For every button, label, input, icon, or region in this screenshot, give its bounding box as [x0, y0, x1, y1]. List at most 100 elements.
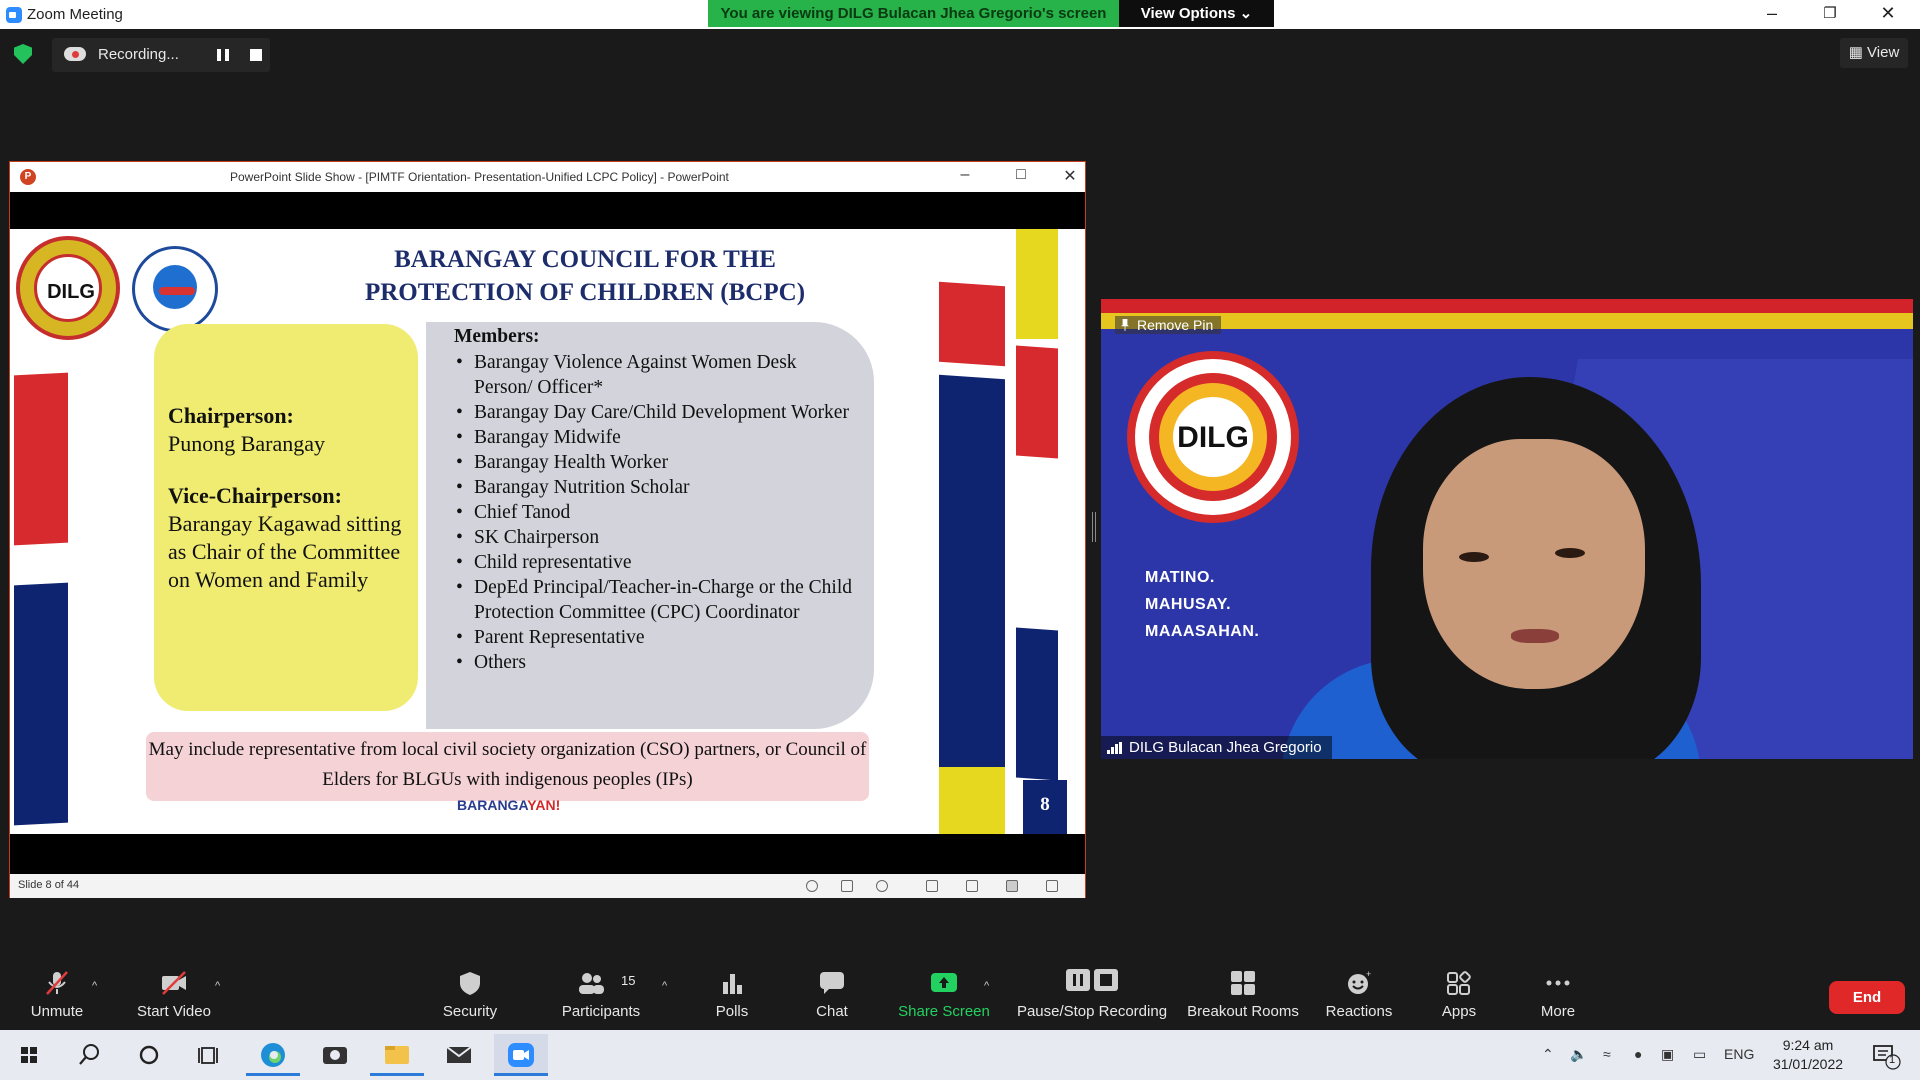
dilg-logo: DILG: [16, 236, 120, 340]
slideshow-view-icon[interactable]: [1046, 880, 1058, 892]
members-box: Members: Barangay Violence Against Women…: [426, 322, 874, 729]
more-icon: [1546, 980, 1570, 986]
member-item: Barangay Violence Against Women Desk Per…: [454, 350, 854, 400]
slide-sorter-icon[interactable]: [966, 880, 978, 892]
polls-button[interactable]: Polls: [697, 948, 767, 1030]
ppt-minimize-button[interactable]: –: [950, 166, 980, 184]
volume-icon[interactable]: 🔈: [1570, 1046, 1587, 1063]
powerpoint-title-bar: P PowerPoint Slide Show - [PIMTF Orienta…: [10, 162, 1085, 192]
clock-time: 9:24 am: [1782, 1037, 1834, 1053]
input-language[interactable]: ENG: [1724, 1046, 1754, 1062]
reactions-icon: +: [1348, 970, 1371, 994]
unmute-button[interactable]: Unmute: [17, 948, 97, 1030]
chevron-down-icon: ⌄: [1239, 5, 1253, 22]
polls-label: Polls: [715, 1003, 749, 1020]
pause-stop-recording-button[interactable]: Pause/Stop Recording: [1011, 948, 1173, 1030]
participants-button[interactable]: 15 Participants: [553, 948, 649, 1030]
decor-blue-bar-right: [939, 374, 1005, 790]
notification-icon: [1873, 1045, 1901, 1070]
member-item: Barangay Midwife: [454, 425, 854, 450]
participant-name-label: DILG Bulacan Jhea Gregorio: [1101, 736, 1332, 759]
file-explorer-taskbar-item[interactable]: [370, 1034, 424, 1076]
normal-view-icon[interactable]: [926, 880, 938, 892]
dilg-seal-ring: DILG: [1149, 373, 1277, 501]
windows-taskbar: ⌃ 🔈 ≈ ● ▣ ▭ ENG 9:24 am 31/01/2022 1: [0, 1030, 1920, 1080]
show-hidden-icons-chevron[interactable]: ⌃: [1542, 1046, 1554, 1063]
participant-mouth: [1511, 629, 1559, 643]
share-options-caret[interactable]: ^: [984, 980, 994, 992]
camera-taskbar-item[interactable]: [308, 1034, 362, 1076]
reading-view-icon[interactable]: [1006, 880, 1018, 892]
remove-pin-label: Remove Pin: [1137, 317, 1214, 333]
ppt-close-button[interactable]: ✕: [1055, 166, 1085, 186]
minimize-button[interactable]: –: [1743, 0, 1801, 29]
share-screen-button[interactable]: Share Screen: [894, 948, 994, 1030]
stop-recording-icon[interactable]: [250, 49, 262, 61]
dilg-logo-text: DILG: [47, 281, 95, 303]
next-slide-icon[interactable]: [876, 880, 888, 892]
audio-options-caret[interactable]: ^: [92, 980, 102, 992]
task-view-button[interactable]: [182, 1034, 236, 1076]
task-view-icon: [198, 1047, 218, 1064]
taskbar-clock[interactable]: 9:24 am 31/01/2022: [1758, 1036, 1858, 1074]
slideshow-status-bar: Slide 8 of 44: [10, 874, 1085, 898]
search-button[interactable]: [62, 1034, 116, 1076]
slogan-line: MAHUSAY.: [1145, 596, 1232, 613]
chat-icon: [820, 972, 844, 994]
edge-taskbar-item[interactable]: [246, 1034, 300, 1076]
members-list: Barangay Violence Against Women Desk Per…: [454, 350, 854, 675]
mail-icon: [446, 1046, 472, 1063]
search-icon: [79, 1044, 99, 1065]
zoom-taskbar-item[interactable]: [494, 1034, 548, 1076]
participant-face: [1423, 439, 1645, 689]
security-button[interactable]: Security: [430, 948, 510, 1030]
reactions-button[interactable]: + Reactions: [1317, 948, 1401, 1030]
view-layout-button[interactable]: ▦ View: [1840, 38, 1908, 68]
apps-label: Apps: [1441, 1003, 1477, 1020]
more-button[interactable]: More: [1523, 948, 1593, 1030]
battery-icon[interactable]: ▭: [1693, 1046, 1706, 1063]
dilg-seal: DILG: [1127, 351, 1299, 523]
close-button[interactable]: ✕: [1859, 0, 1917, 29]
decor-red-bar-left: [14, 372, 68, 546]
ppt-maximize-button[interactable]: □: [1006, 166, 1036, 184]
breakout-rooms-button[interactable]: Breakout Rooms: [1183, 948, 1303, 1030]
participant-video-tile[interactable]: Remove Pin DILG MATINO. MAHUSAY. MAAASAH…: [1101, 299, 1913, 759]
wifi-icon[interactable]: ≈: [1603, 1046, 1611, 1062]
video-options-caret[interactable]: ^: [215, 980, 225, 992]
split-resize-handle[interactable]: [1092, 512, 1096, 542]
notifications-button[interactable]: 1: [1868, 1042, 1902, 1070]
cortana-icon: [139, 1045, 159, 1065]
chat-button[interactable]: Chat: [797, 948, 867, 1030]
slide-title-line2: PROTECTION OF CHILDREN (BCPC): [364, 279, 806, 306]
dilg-seal-core: DILG: [1173, 397, 1253, 477]
meeting-toolbar: Unmute ^ Start Video ^ Security 15 Parti…: [0, 948, 1920, 1030]
member-item: Parent Representative: [454, 625, 854, 650]
mail-taskbar-item[interactable]: [432, 1034, 486, 1076]
participant-eye-left: [1459, 552, 1489, 562]
powerpoint-window-title: PowerPoint Slide Show - [PIMTF Orientati…: [230, 170, 729, 184]
signal-strength-icon: [1107, 742, 1123, 754]
pause-recording-icon[interactable]: [217, 49, 229, 61]
microphone-tray-icon[interactable]: ●: [1634, 1046, 1642, 1062]
pause-stop-recording-label: Pause/Stop Recording: [1016, 1003, 1168, 1020]
remove-pin-button[interactable]: Remove Pin: [1115, 316, 1222, 334]
edge-icon: [261, 1043, 285, 1067]
participants-options-caret[interactable]: ^: [662, 980, 672, 992]
cortana-button[interactable]: [122, 1034, 176, 1076]
start-video-button[interactable]: Start Video: [128, 948, 220, 1030]
encryption-shield-icon[interactable]: [14, 44, 32, 64]
slide-menu-icon[interactable]: [841, 880, 853, 892]
end-meeting-button[interactable]: End: [1829, 981, 1905, 1014]
display-tray-icon[interactable]: ▣: [1661, 1046, 1674, 1063]
folder-icon: [385, 1046, 409, 1064]
screen-share-bar: You are viewing DILG Bulacan Jhea Gregor…: [708, 0, 1274, 27]
previous-slide-icon[interactable]: [806, 880, 818, 892]
member-item: Child representative: [454, 550, 854, 575]
apps-button[interactable]: Apps: [1424, 948, 1494, 1030]
view-options-dropdown[interactable]: View Options ⌄: [1119, 0, 1274, 27]
zoom-window: Zoom Meeting – ❐ ✕ You are viewing DILG …: [0, 0, 1920, 1080]
restore-button[interactable]: ❐: [1801, 0, 1859, 29]
start-button[interactable]: [2, 1034, 56, 1076]
camera-icon: [323, 1047, 347, 1064]
